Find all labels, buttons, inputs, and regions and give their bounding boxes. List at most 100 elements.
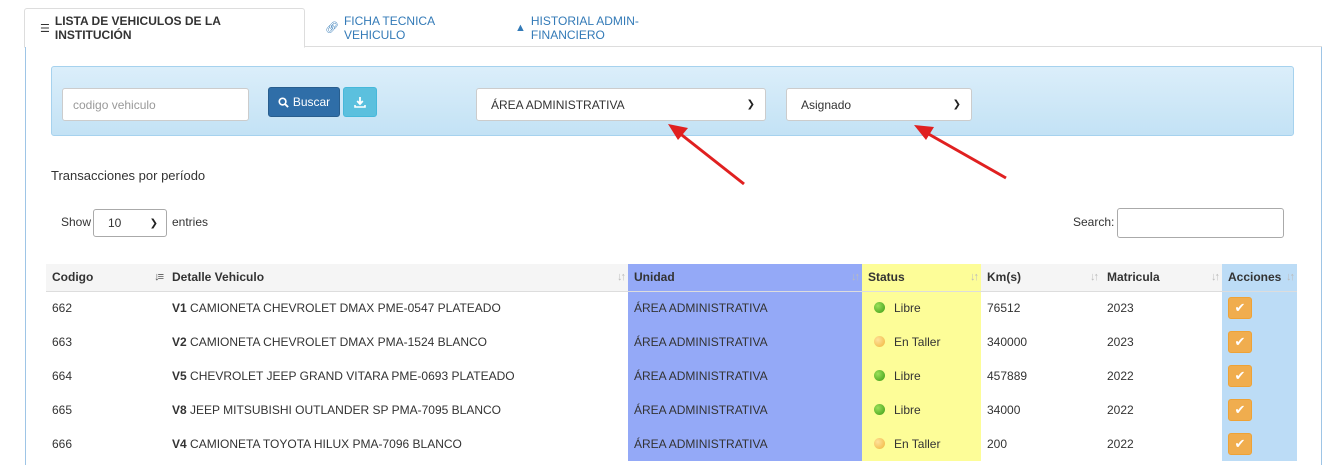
header-detalle[interactable]: Detalle Vehiculo ↓↑ <box>166 264 628 292</box>
select-action-button[interactable]: ✔ <box>1228 399 1252 421</box>
cell-km: 457889 <box>987 369 1028 383</box>
cell-codigo: 664 <box>52 369 73 383</box>
vehicle-detail: CAMIONETA TOYOTA HILUX PMA-7096 BLANCO <box>190 437 462 451</box>
cell-km: 34000 <box>987 403 1021 417</box>
entries-length-value: 10 <box>108 216 122 230</box>
tab-bar: ☰ LISTA DE VEHICULOS DE LA INSTITUCIÓN 🔗… <box>24 8 1322 48</box>
entries-label: entries <box>172 215 209 229</box>
select-action-button[interactable]: ✔ <box>1228 331 1252 353</box>
status-dot-icon <box>874 370 885 381</box>
chevron-down-icon: ❯ <box>746 99 755 110</box>
cell-unidad: ÁREA ADMINISTRATIVA <box>628 393 862 427</box>
vehicle-code: V4 <box>172 437 187 451</box>
section-title: Transacciones por período <box>51 168 206 183</box>
cell-km: 200 <box>987 437 1008 451</box>
cell-unidad: ÁREA ADMINISTRATIVA <box>628 325 862 359</box>
cell-unidad: ÁREA ADMINISTRATIVA <box>628 427 862 461</box>
status-text: En Taller <box>894 335 941 349</box>
sort-icon: ↓↑ <box>617 271 626 283</box>
table-row: 664 V5 CHEVROLET JEEP GRAND VITARA PME-06… <box>46 359 1297 393</box>
cell-matricula: 2022 <box>1107 403 1134 417</box>
status-dot-icon <box>874 302 885 314</box>
vehicle-detail: JEEP MITSUBISHI OUTLANDER SP PMA-7095 BL… <box>190 403 502 417</box>
vehicle-detail: CHEVROLET JEEP GRAND VITARA PME-0693 PLA… <box>190 369 515 383</box>
cell-acciones: ✔ <box>1222 393 1297 427</box>
tab-label: HISTORIAL ADMIN-FINANCIERO <box>530 13 639 42</box>
check-icon: ✔ <box>1234 300 1246 316</box>
table-header-row: Codigo ↓≡ Detalle Vehiculo ↓↑ Unidad ↓↑ Sta… <box>46 264 1297 292</box>
table-row: 665 V8 JEEP MITSUBISHI OUTLANDER SP PMA-7… <box>46 393 1297 427</box>
search-icon <box>278 96 289 108</box>
vehicle-detail: CAMIONETA CHEVROLET DMAX PME-0547 PLATEA… <box>190 301 501 316</box>
vehicle-code: V1 <box>172 301 187 316</box>
check-icon: ✔ <box>1234 368 1246 383</box>
status-select-value: Asignado <box>801 97 852 112</box>
cell-codigo: 665 <box>52 403 73 417</box>
vehicle-code: V8 <box>172 403 187 417</box>
cell-unidad: ÁREA ADMINISTRATIVA <box>628 291 862 325</box>
cell-detalle: V4 CAMIONETA TOYOTA HILUX PMA-7096 BLANC… <box>166 427 628 461</box>
header-status[interactable]: Status ↓↑ <box>862 264 981 292</box>
link-icon: 🔗︎ <box>325 22 339 34</box>
entries-length-select[interactable]: 10 ❯ <box>93 209 167 237</box>
search-label: Search: <box>1073 215 1115 229</box>
tab-ficha-tecnica[interactable]: 🔗︎ FICHA TECNICA VEHICULO <box>310 8 490 47</box>
check-icon: ✔ <box>1234 334 1246 349</box>
cell-acciones: ✔ <box>1222 291 1297 325</box>
status-text: Libre <box>894 403 921 417</box>
select-action-button[interactable]: ✔ <box>1228 433 1252 455</box>
check-icon: ✔ <box>1234 402 1246 417</box>
search-button[interactable]: Buscar <box>268 87 340 117</box>
table-row: 662 V1 CAMIONETA CHEVROLET DMAX PME-0547 … <box>46 291 1297 325</box>
cell-km: 76512 <box>987 301 1021 316</box>
status-text: En Taller <box>894 437 941 451</box>
show-label: Show <box>61 215 92 229</box>
search-button-label: Buscar <box>292 95 331 109</box>
cell-acciones: ✔ <box>1222 427 1297 461</box>
vehicle-code-input[interactable]: codigo vehiculo <box>62 88 249 121</box>
status-dot-icon <box>874 336 885 347</box>
table-search-input[interactable] <box>1117 208 1284 238</box>
vehicles-table: Codigo ↓≡ Detalle Vehiculo ↓↑ Unidad ↓↑ Sta… <box>46 264 1297 461</box>
cell-unidad: ÁREA ADMINISTRATIVA <box>628 359 862 393</box>
tab-historial[interactable]: ▲ HISTORIAL ADMIN-FINANCIERO <box>500 8 715 47</box>
sort-icon: ↓↑ <box>1286 271 1295 283</box>
table-row: 666 V4 CAMIONETA TOYOTA HILUX PMA-7096 BL… <box>46 427 1297 461</box>
download-icon <box>354 97 366 108</box>
cell-codigo: 666 <box>52 437 73 451</box>
header-acciones[interactable]: Acciones ↓↑ <box>1222 264 1297 292</box>
cell-codigo: 663 <box>52 335 73 349</box>
cell-km: 340000 <box>987 335 1028 349</box>
header-kms[interactable]: Km(s) ↓↑ <box>981 264 1101 292</box>
select-action-button[interactable]: ✔ <box>1228 297 1252 320</box>
cell-status: En Taller <box>862 427 981 461</box>
warning-icon: ▲ <box>515 21 526 34</box>
status-dot-icon <box>874 438 885 449</box>
tab-lista-vehiculos[interactable]: ☰ LISTA DE VEHICULOS DE LA INSTITUCIÓN <box>24 8 305 48</box>
cell-status: En Taller <box>862 325 981 359</box>
unit-select-value: ÁREA ADMINISTRATIVA <box>491 97 625 112</box>
vehicle-code: V2 <box>172 335 187 349</box>
status-text: Libre <box>894 369 921 383</box>
select-action-button[interactable]: ✔ <box>1228 365 1252 387</box>
vehicle-code: V5 <box>172 369 187 383</box>
header-matricula[interactable]: Matricula ↓↑ <box>1101 264 1222 292</box>
cell-detalle: V8 JEEP MITSUBISHI OUTLANDER SP PMA-7095… <box>166 393 628 427</box>
unit-select[interactable]: ÁREA ADMINISTRATIVA ❯ <box>476 88 766 121</box>
status-text: Libre <box>894 301 921 316</box>
cell-matricula: 2023 <box>1107 301 1134 316</box>
header-codigo[interactable]: Codigo ↓≡ <box>46 264 166 292</box>
cell-detalle: V5 CHEVROLET JEEP GRAND VITARA PME-0693 … <box>166 359 628 393</box>
status-select[interactable]: Asignado ❯ <box>786 88 972 121</box>
cell-acciones: ✔ <box>1222 359 1297 393</box>
cell-matricula: 2022 <box>1107 437 1134 451</box>
cell-codigo: 662 <box>52 301 73 316</box>
download-button[interactable] <box>343 87 377 117</box>
cell-matricula: 2023 <box>1107 335 1134 349</box>
check-icon: ✔ <box>1234 436 1246 451</box>
header-unidad[interactable]: Unidad ↓↑ <box>628 264 862 292</box>
chevron-down-icon: ❯ <box>149 217 158 229</box>
sort-icon: ↓↑ <box>1090 271 1099 283</box>
chevron-down-icon: ❯ <box>952 99 961 110</box>
sort-icon: ↓↑ <box>970 271 979 283</box>
